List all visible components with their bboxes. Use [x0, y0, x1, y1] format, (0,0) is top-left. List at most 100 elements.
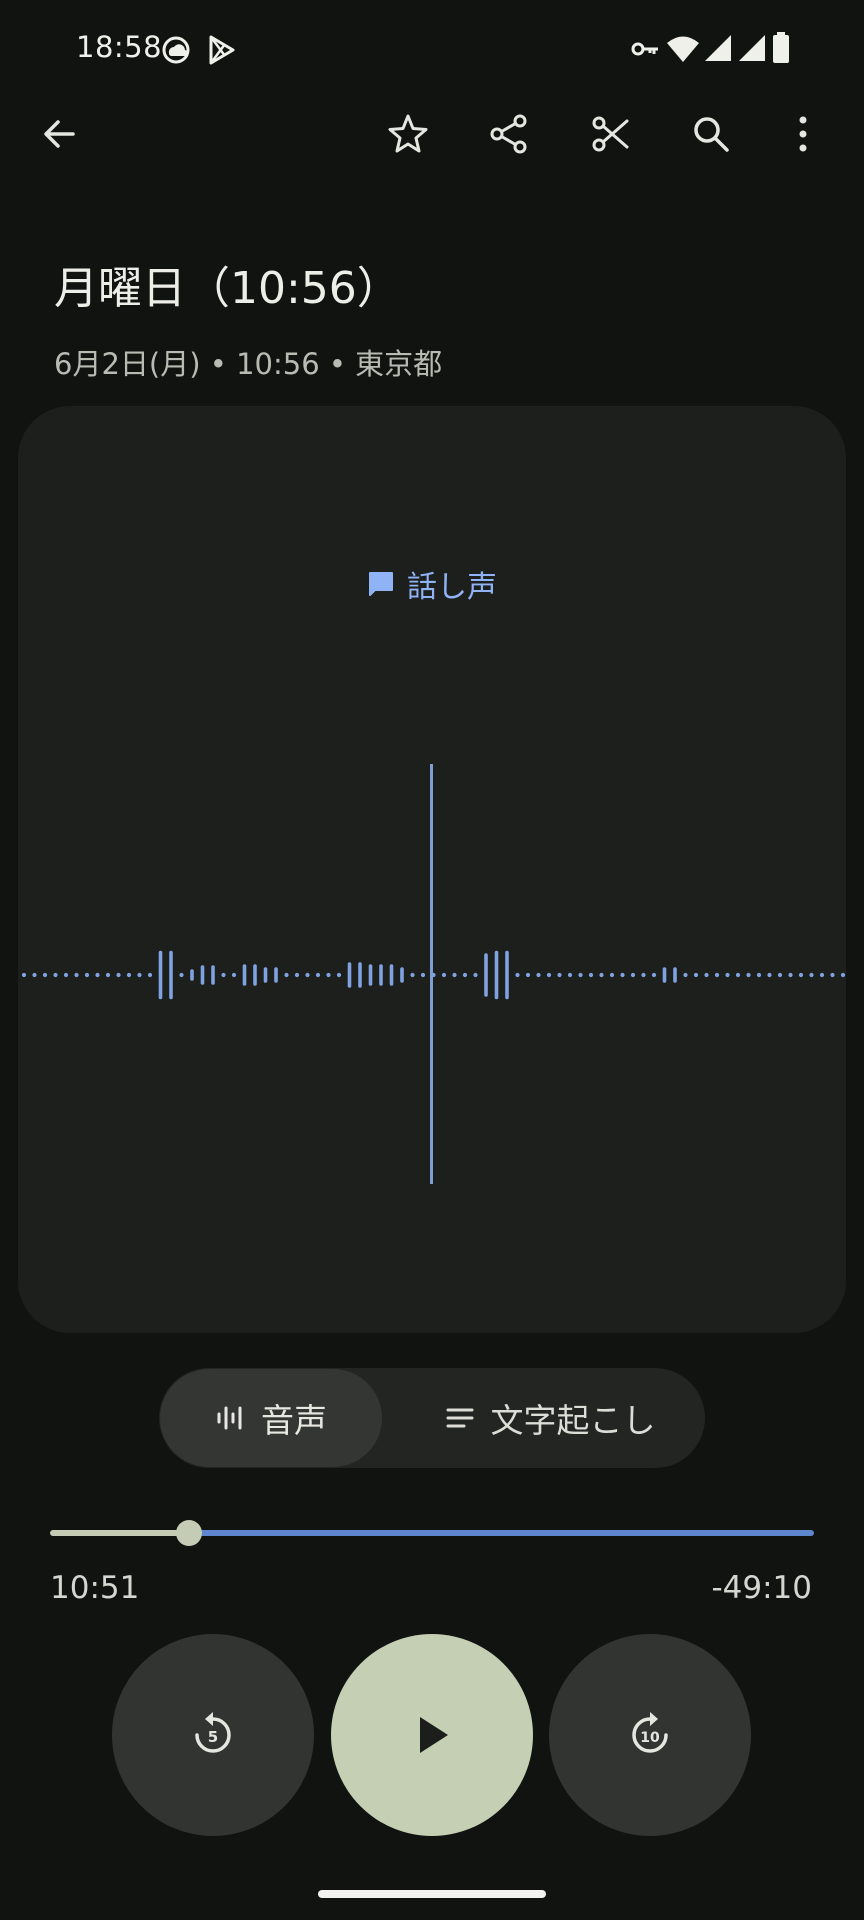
battery-icon: [772, 32, 790, 68]
waveform-bar: [462, 972, 468, 978]
waveform-bar: [578, 972, 583, 978]
waveform-bar: [42, 972, 48, 978]
waveform-bar: [441, 972, 447, 978]
waveform-bar: [725, 972, 730, 978]
waveform-bar: [147, 972, 153, 978]
waveform-bar: [641, 972, 646, 978]
more-options-button[interactable]: [771, 102, 835, 166]
waveform-bar: [84, 972, 90, 978]
waveform-bar: [798, 972, 804, 978]
favorite-button[interactable]: [376, 102, 440, 166]
waveform-bar: [95, 972, 100, 978]
waveform-bar: [567, 972, 573, 978]
tab-audio[interactable]: 音声: [160, 1369, 382, 1467]
waveform-bar: [74, 972, 79, 978]
waveform-bar: [599, 972, 604, 978]
waveform-bar: [116, 972, 121, 978]
signal-icon: [704, 34, 732, 66]
progress-played: [50, 1530, 190, 1536]
vpn-key-icon: [630, 38, 660, 64]
waveform-bar: [756, 972, 762, 978]
waveform-bar: [326, 972, 331, 978]
forward-10-icon: 10: [632, 1712, 668, 1753]
svg-text:5: 5: [208, 1728, 218, 1746]
waveform-bar: [746, 972, 751, 978]
waveform-bar: [336, 972, 342, 978]
recording-subtitle: 6月2日(月) • 10:56 • 東京都: [54, 347, 443, 381]
play-store-icon: [206, 34, 236, 70]
back-button[interactable]: [27, 102, 91, 166]
tab-transcript-label: 文字起こし: [490, 1401, 656, 1440]
waveform-bar: [704, 972, 709, 978]
play-icon: [420, 1717, 448, 1753]
tab-transcript[interactable]: 文字起こし: [410, 1369, 690, 1467]
replay-5-icon: 5: [195, 1712, 231, 1753]
waveform-bar: [830, 972, 835, 978]
search-button[interactable]: [679, 102, 743, 166]
waveform-bar: [294, 972, 300, 978]
waveform-bar: [767, 972, 772, 978]
search-icon: [694, 117, 729, 152]
waveform-bar: [819, 972, 825, 978]
waveform-bar: [53, 972, 58, 978]
play-button[interactable]: [331, 1634, 533, 1836]
progress-track[interactable]: [190, 1530, 814, 1536]
waveform-bar: [284, 972, 289, 978]
waveform-bar: [683, 972, 688, 978]
waveform-bar: [32, 972, 37, 978]
waveform-bar: [305, 972, 310, 978]
waveform-bar: [105, 972, 111, 978]
waveform-bar: [126, 972, 132, 978]
waveform-bar: [630, 972, 636, 978]
speaker-label: 話し声: [407, 570, 497, 605]
waveform-bar: [609, 972, 615, 978]
waveform-bar: [536, 972, 541, 978]
waveform-bar: [557, 972, 562, 978]
speaker-tag: 話し声: [0, 562, 864, 606]
waveform-bar: [179, 972, 184, 978]
share-button[interactable]: [477, 102, 541, 166]
waveform-bar: [788, 972, 793, 978]
more-vert-icon: [799, 116, 807, 152]
waveform-bar: [515, 972, 520, 978]
waveform-bar: [777, 972, 783, 978]
time-elapsed: 10:51: [50, 1570, 140, 1606]
waveform-bar: [546, 972, 552, 978]
waveform-bar: [809, 972, 814, 978]
waveform-bar: [410, 972, 415, 978]
wifi-icon: [666, 34, 700, 68]
waveform-bar: [21, 972, 27, 978]
waveform-bar: [452, 972, 457, 978]
progress-thumb[interactable]: [176, 1520, 202, 1546]
waveform-bar: [137, 972, 142, 978]
waveform-bar: [693, 972, 699, 978]
waveform-icon: [217, 1406, 242, 1430]
waveform-bar: [525, 972, 531, 978]
chat-bubble-icon: [369, 572, 393, 596]
waveform-bar: [651, 972, 657, 978]
waveform-bar: [315, 972, 321, 978]
waveform-bar: [620, 972, 625, 978]
waveform-bar: [63, 972, 69, 978]
waveform-bar: [221, 972, 226, 978]
waveform-bar: [473, 972, 478, 978]
signal-icon: [738, 34, 766, 66]
tab-audio-label: 音声: [261, 1401, 327, 1440]
share-icon: [490, 114, 527, 154]
home-indicator[interactable]: [318, 1890, 546, 1898]
waveform-bar: [840, 972, 846, 978]
recording-title: 月曜日（10:56）: [54, 263, 401, 314]
time-remaining: -49:10: [711, 1570, 812, 1606]
trim-button[interactable]: [579, 102, 643, 166]
rewind-button[interactable]: 5: [112, 1634, 314, 1836]
star-icon: [388, 114, 428, 153]
status-time: 18:58: [76, 30, 163, 64]
waveform-bar: [735, 972, 741, 978]
waveform-bar: [231, 972, 237, 978]
back-arrow-icon: [44, 120, 75, 148]
waveform-bar: [588, 972, 594, 978]
svg-text:10: 10: [640, 1730, 660, 1746]
waveform-bar: [714, 972, 720, 978]
playhead[interactable]: [430, 764, 433, 1184]
forward-button[interactable]: 10: [549, 1634, 751, 1836]
